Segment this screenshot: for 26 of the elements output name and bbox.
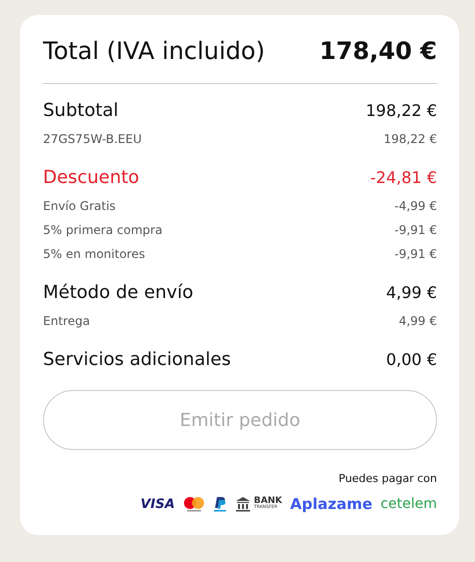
visa-logo: VISA: [140, 496, 175, 512]
line-label: 5% primera compra: [43, 222, 162, 239]
paypal-icon: [212, 496, 227, 512]
cetelem-logo: cetelem: [380, 496, 437, 512]
line-label: Entrega: [43, 313, 90, 330]
section-amount: 4,99 €: [386, 283, 437, 302]
section-title: Descuento: [43, 167, 140, 188]
section-amount: -24,81 €: [370, 168, 437, 187]
section-title: Subtotal: [43, 100, 118, 121]
payment-caption: Puedes pagar con: [338, 472, 437, 485]
section-title: Método de envío: [43, 282, 194, 303]
section-amount: 0,00 €: [386, 350, 437, 369]
section-title: Servicios adicionales: [43, 349, 231, 370]
line-amount: -9,91 €: [394, 222, 437, 239]
line-label: Envío Gratis: [43, 198, 116, 215]
line-amount: -9,91 €: [394, 246, 437, 263]
line-label: 5% en monitores: [43, 246, 145, 263]
line-amount: 4,99 €: [398, 313, 437, 330]
line-label: 27GS75W-B.EEU: [43, 131, 142, 148]
total-amount: 178,40 €: [319, 37, 437, 65]
total-label: Total (IVA incluido): [43, 37, 265, 65]
line-amount: 198,22 €: [384, 131, 437, 148]
section-amount: 198,22 €: [366, 101, 437, 120]
line-amount: -4,99 €: [394, 198, 437, 215]
aplazame-logo: Aplazame: [290, 495, 372, 513]
mastercard-icon: [182, 496, 205, 512]
